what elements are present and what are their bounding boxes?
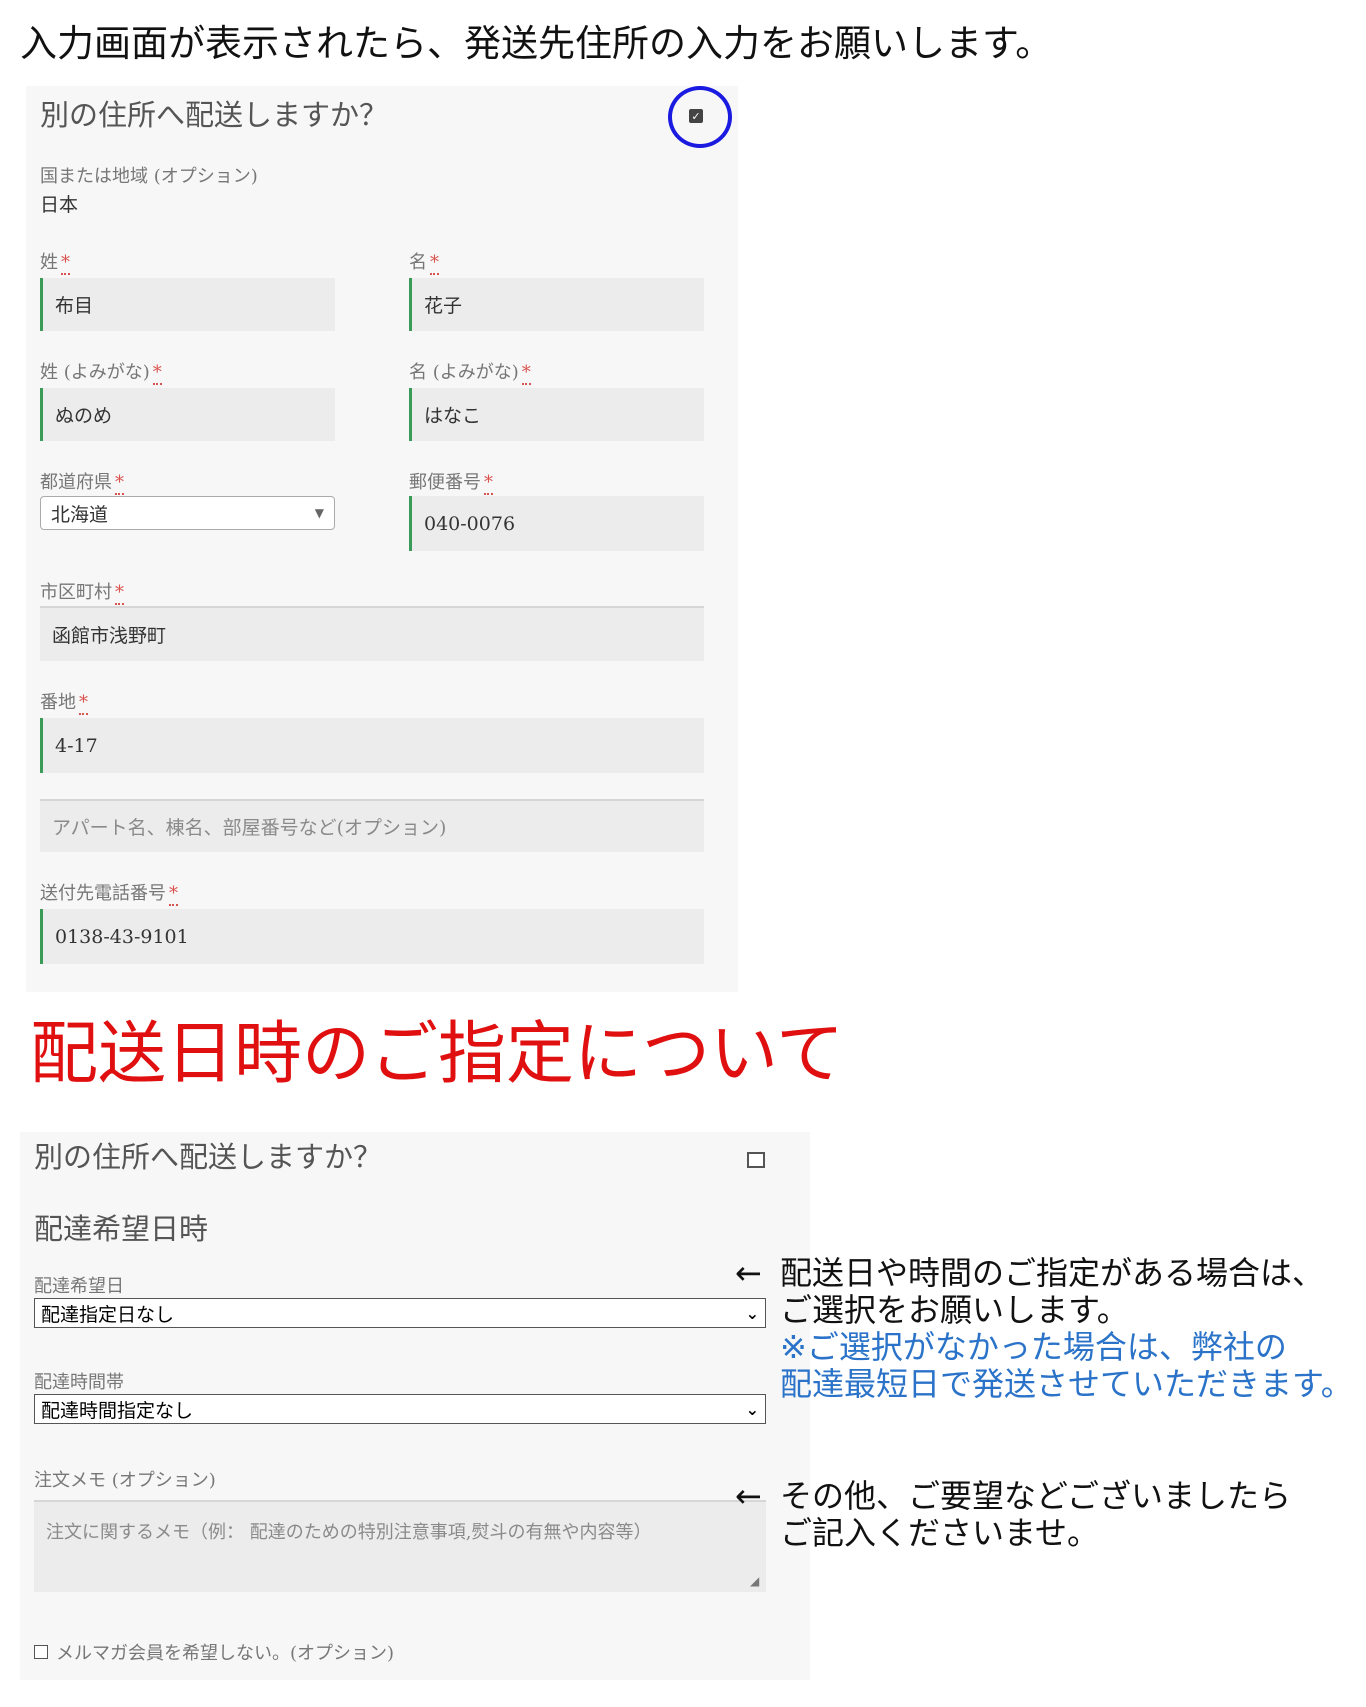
delivery-time-label: 配達時間帯 <box>34 1372 124 1393</box>
phone-input[interactable]: 0138-43-9101 <box>40 909 704 964</box>
chevron-down-icon: ⌄ <box>745 1399 759 1419</box>
first-name-input[interactable]: 花子 <box>409 278 704 331</box>
memo-note-line2: ご記入くださいませ。 <box>780 1514 1100 1552</box>
required-mark: * <box>430 252 439 275</box>
prefecture-label: 都道府県 * <box>40 472 124 495</box>
memo-note-line1: その他、ご要望などございましたら <box>780 1477 1292 1515</box>
required-mark: * <box>115 582 124 605</box>
delivery-date-selected-value: 配達指定日なし <box>41 1303 175 1326</box>
city-input[interactable]: 函館市浅野町 <box>40 606 704 661</box>
last-name-input[interactable]: 布目 <box>40 278 335 331</box>
required-mark: * <box>61 252 70 275</box>
newsletter-optout-label: メルマガ会員を希望しない。(オプション) <box>56 1643 395 1664</box>
ship-to-different-address-heading: 別の住所へ配送しますか？ <box>40 98 389 132</box>
first-name-kana-input[interactable]: はなこ <box>409 388 704 441</box>
resize-handle-icon[interactable]: ◢ <box>750 1574 759 1588</box>
delivery-time-select[interactable]: 配達時間指定なし ⌄ <box>34 1394 766 1424</box>
country-value: 日本 <box>40 194 79 216</box>
highlight-circle <box>668 86 732 148</box>
apartment-input[interactable]: アパート名、棟名、部屋番号など(オプション) <box>40 799 704 852</box>
required-mark: * <box>521 362 531 385</box>
prefecture-select[interactable]: 北海道 ▼ <box>40 496 335 530</box>
delivery-date-select[interactable]: 配達指定日なし ⌄ <box>34 1298 766 1328</box>
caret-down-icon: ▼ <box>314 506 324 520</box>
date-note-line2: ご選択をお願いします。 <box>780 1291 1129 1329</box>
last-name-kana-label: 姓 (よみがな) * <box>40 362 162 385</box>
required-mark: * <box>169 883 178 906</box>
address-input[interactable]: 4-17 <box>40 718 704 773</box>
last-name-label: 姓 * <box>40 252 70 275</box>
arrow-left-icon: ← <box>735 1254 762 1292</box>
country-label: 国または地域 (オプション) <box>40 166 258 187</box>
chevron-down-icon: ⌄ <box>745 1303 759 1323</box>
date-note-warning-line2: 配達最短日で発送させていただきます。 <box>780 1365 1353 1403</box>
delivery-date-label: 配達希望日 <box>34 1276 124 1297</box>
order-memo-placeholder: 注文に関するメモ（例： 配達のための特別注意事項,熨斗の有無や内容等） <box>46 1522 652 1543</box>
date-note-warning-line1: ※ご選択がなかった場合は、弊社の <box>780 1328 1287 1366</box>
arrow-left-icon: ← <box>735 1477 762 1515</box>
delivery-options-panel: 別の住所へ配送しますか？ 配達希望日時 配達希望日 配達指定日なし ⌄ 配達時間… <box>20 1132 810 1680</box>
first-name-kana-label: 名 (よみがな) * <box>409 362 531 385</box>
required-mark: * <box>152 362 162 385</box>
city-label: 市区町村 * <box>40 582 124 605</box>
required-mark: * <box>115 472 124 495</box>
delivery-time-selected-value: 配達時間指定なし <box>41 1399 194 1422</box>
phone-label: 送付先電話番号 * <box>40 883 178 906</box>
first-name-label: 名 * <box>409 252 439 275</box>
prefecture-selected-value: 北海道 <box>51 503 109 526</box>
order-memo-textarea[interactable]: 注文に関するメモ（例： 配達のための特別注意事項,熨斗の有無や内容等） <box>34 1500 766 1592</box>
date-note-line1: 配送日や時間のご指定がある場合は、 <box>780 1254 1325 1292</box>
ship-to-different-address-heading: 別の住所へ配送しますか？ <box>34 1140 383 1174</box>
newsletter-optout-checkbox[interactable] <box>34 1645 48 1659</box>
required-mark: * <box>79 692 88 715</box>
delivery-datetime-subheading: 配達希望日時 <box>34 1212 209 1246</box>
shipping-address-panel: 別の住所へ配送しますか？ ✓ 国または地域 (オプション) 日本 姓 * 布目 名… <box>26 86 738 992</box>
address-label: 番地 * <box>40 692 88 715</box>
order-memo-label: 注文メモ (オプション) <box>34 1470 216 1491</box>
postal-code-label: 郵便番号 * <box>409 472 493 495</box>
postal-code-input[interactable]: 040-0076 <box>409 496 704 551</box>
ship-to-different-address-checkbox[interactable] <box>747 1152 765 1168</box>
intro-text: 入力画面が表示されたら、発送先住所の入力をお願いします。 <box>20 22 1053 65</box>
last-name-kana-input[interactable]: ぬのめ <box>40 388 335 441</box>
delivery-datetime-heading: 配送日時のご指定について <box>30 1015 844 1094</box>
required-mark: * <box>484 472 493 495</box>
